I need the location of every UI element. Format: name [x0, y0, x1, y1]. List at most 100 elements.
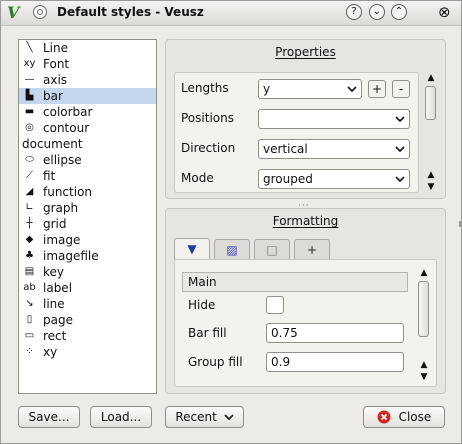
- scroll-down-icon[interactable]: ▼: [417, 371, 431, 383]
- error-tab[interactable]: +: [294, 239, 330, 259]
- imagefile-icon: ♣: [25, 250, 34, 261]
- add-length-button[interactable]: +: [368, 80, 386, 98]
- scroll-up-icon[interactable]: ▲: [424, 72, 438, 84]
- close-button[interactable]: Close: [363, 406, 445, 428]
- style-list-item-label: grid: [43, 217, 67, 231]
- lengths-combo[interactable]: y: [258, 79, 362, 99]
- style-list-item-function[interactable]: ◢ function: [19, 184, 156, 200]
- ellipse-icon: ⬭: [25, 154, 34, 165]
- style-list-item-label: function: [43, 185, 93, 199]
- direction-label: Direction: [181, 141, 236, 155]
- style-list-item-colorbar[interactable]: ▬ colorbar: [19, 104, 156, 120]
- help-icon[interactable]: ?: [346, 4, 362, 20]
- style-list-item-xy[interactable]: ⁘ xy: [19, 344, 156, 360]
- bar-fill-input[interactable]: 0.75: [266, 323, 404, 343]
- resize-grip[interactable]: [459, 221, 461, 227]
- direction-value: vertical: [263, 142, 308, 156]
- style-list-item-label: Font: [43, 57, 70, 71]
- hide-checkbox[interactable]: [266, 296, 284, 314]
- style-list-item-page[interactable]: ▯ page: [19, 312, 156, 328]
- scroll-up-icon[interactable]: ▲: [417, 267, 431, 279]
- fill-tab[interactable]: ▨: [214, 239, 250, 259]
- style-list-item-label: label: [43, 281, 73, 295]
- widget-type-list[interactable]: ╲ Line xy Font — axis ▙ bar ▬ colorbar ◎ contour doc…: [18, 39, 157, 394]
- scroll-thumb[interactable]: [418, 281, 429, 337]
- style-list-item-label: colorbar: [43, 105, 93, 119]
- scroll-up-icon[interactable]: ▲: [424, 169, 438, 181]
- axis-icon: —: [24, 74, 35, 85]
- style-list-item-rect[interactable]: ▭ rect: [19, 328, 156, 344]
- chevron-down-icon: [395, 176, 405, 183]
- style-list-item-graph[interactable]: ∟ graph: [19, 200, 156, 216]
- style-list-item-label: fit: [43, 169, 56, 183]
- style-list-item-key[interactable]: ▤ key: [19, 264, 156, 280]
- mode-combo[interactable]: grouped: [258, 169, 410, 189]
- style-list-item-label: axis: [43, 73, 68, 87]
- properties-title: Properties: [275, 45, 336, 59]
- chevron-down-icon: [395, 116, 405, 123]
- style-list-item-document[interactable]: document: [19, 136, 156, 152]
- style-list-item-label: Line: [43, 41, 69, 55]
- fit-icon: ⟋: [26, 170, 33, 181]
- load-button[interactable]: Load...: [90, 406, 152, 428]
- style-list-item-fit[interactable]: ⟋ fit: [19, 168, 156, 184]
- style-list-item-label[interactable]: ab label: [19, 280, 156, 296]
- style-list-item-label: key: [43, 265, 65, 279]
- style-list-item-contour[interactable]: ◎ contour: [19, 120, 156, 136]
- style-list-item-label: contour: [43, 121, 90, 135]
- style-list-item-grid[interactable]: ┼ grid: [19, 216, 156, 232]
- properties-scrollbar[interactable]: ▲ ▲ ▼: [424, 72, 438, 193]
- group-fill-value: 0.9: [271, 355, 291, 369]
- formatting-scrollbar[interactable]: ▲ ▲ ▼: [417, 267, 431, 383]
- style-list-item-label: xy: [43, 345, 58, 359]
- scroll-down-icon[interactable]: ▼: [424, 181, 438, 193]
- style-list-item-image[interactable]: ◆ image: [19, 232, 156, 248]
- style-list-item-line[interactable]: ↘ line: [19, 296, 156, 312]
- close-icon[interactable]: ⊗: [438, 3, 451, 21]
- main-section-header: Main: [182, 272, 408, 292]
- direction-combo[interactable]: vertical: [258, 139, 410, 159]
- group-fill-label: Group fill: [188, 355, 243, 369]
- maximize-icon[interactable]: ⌃: [391, 4, 407, 20]
- scroll-thumb[interactable]: [425, 86, 436, 120]
- contour-icon: ◎: [25, 122, 34, 133]
- style-list-item-label: page: [43, 313, 73, 327]
- border-tab[interactable]: □: [254, 239, 290, 259]
- main-tab[interactable]: ▼: [174, 238, 210, 260]
- page-icon: ▯: [26, 314, 33, 325]
- chevron-down-icon: [224, 414, 234, 421]
- xy-icon: ⁘: [25, 346, 34, 357]
- style-list-item-bar[interactable]: ▙ bar: [19, 88, 156, 104]
- graph-icon: ∟: [25, 202, 34, 213]
- positions-label: Positions: [181, 111, 234, 125]
- window-menu-button[interactable]: [33, 5, 47, 19]
- style-list-item-line[interactable]: ╲ Line: [19, 40, 156, 56]
- lengths-label: Lengths: [181, 81, 229, 95]
- save-button[interactable]: Save...: [18, 406, 80, 428]
- formatting-title: Formatting: [272, 214, 339, 228]
- main-icon: ▼: [187, 242, 197, 256]
- minimize-icon[interactable]: ⌄: [369, 4, 385, 20]
- group-fill-input[interactable]: 0.9: [266, 352, 404, 372]
- properties-panel: Properties Lengths y + - Positions Direc…: [165, 39, 446, 199]
- chevron-down-icon: [347, 86, 357, 93]
- colorbar-icon: ▬: [24, 106, 35, 117]
- close-label: Close: [398, 410, 432, 424]
- grid-icon: ┼: [26, 218, 33, 229]
- style-list-item-label: document: [22, 137, 83, 151]
- style-list-item-label: ellipse: [43, 153, 82, 167]
- arrow-line-icon: ↘: [25, 298, 34, 309]
- style-list-item-ellipse[interactable]: ⬭ ellipse: [19, 152, 156, 168]
- window-title: Default styles - Veusz: [57, 5, 204, 19]
- mode-label: Mode: [181, 171, 214, 185]
- lengths-value: y: [263, 82, 271, 96]
- style-list-item-imagefile[interactable]: ♣ imagefile: [19, 248, 156, 264]
- scroll-up-icon[interactable]: ▲: [417, 359, 431, 371]
- recent-button[interactable]: Recent: [165, 406, 244, 428]
- style-list-item-axis[interactable]: — axis: [19, 72, 156, 88]
- title-bar[interactable]: V Default styles - Veusz ? ⌄ ⌃ ⊗: [1, 1, 461, 26]
- border-icon: □: [266, 243, 278, 257]
- remove-length-button[interactable]: -: [392, 80, 410, 98]
- style-list-item-font[interactable]: xy Font: [19, 56, 156, 72]
- positions-combo[interactable]: [258, 109, 410, 129]
